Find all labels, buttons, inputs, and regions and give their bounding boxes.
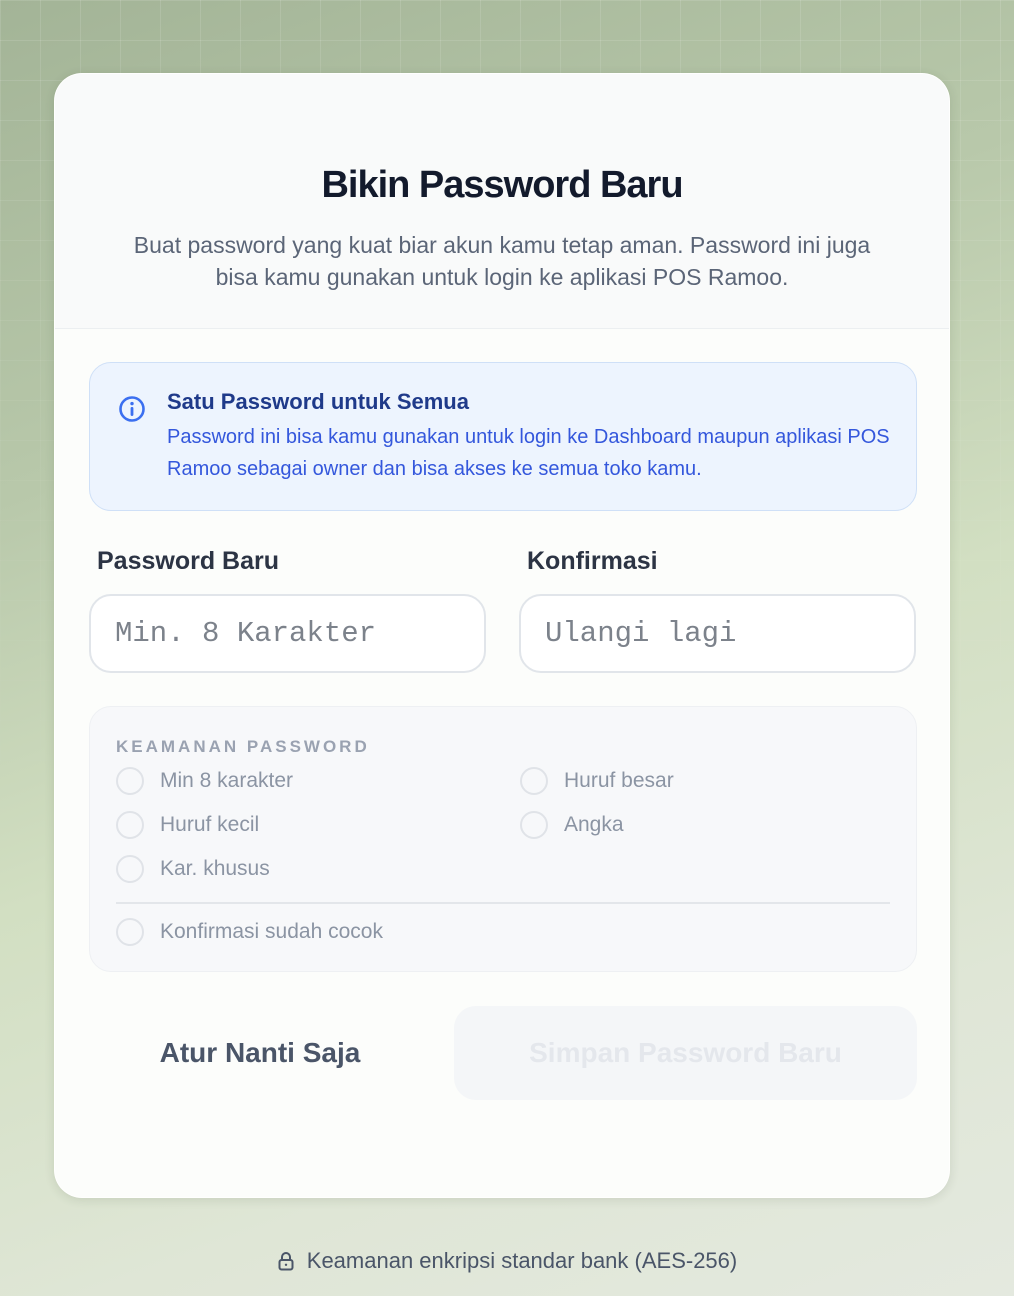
page-title: Bikin Password Baru xyxy=(321,164,683,206)
requirement-uppercase: Huruf besar xyxy=(520,767,674,795)
requirement-label: Huruf besar xyxy=(564,769,674,792)
circle-icon xyxy=(116,918,144,946)
security-title: KEAMANAN PASSWORD xyxy=(116,737,370,756)
password-card: Bikin Password Baru Buat password yang k… xyxy=(54,73,950,1198)
circle-icon xyxy=(116,767,144,795)
requirement-lowercase: Huruf kecil xyxy=(116,811,259,839)
requirement-label: Angka xyxy=(564,813,624,836)
divider xyxy=(116,902,890,904)
requirement-special-char: Kar. khusus xyxy=(116,855,270,883)
circle-icon xyxy=(520,811,548,839)
confirm-password-input[interactable] xyxy=(519,594,916,673)
info-title: Satu Password untuk Semua xyxy=(167,389,469,414)
circle-icon xyxy=(520,767,548,795)
requirement-number: Angka xyxy=(520,811,624,839)
page-subtitle: Buat password yang kuat biar akun kamu t… xyxy=(133,232,871,290)
new-password-input[interactable] xyxy=(89,594,486,673)
confirm-label: Konfirmasi xyxy=(527,547,658,575)
save-password-button[interactable]: Simpan Password Baru xyxy=(454,1006,917,1100)
info-text: Password ini bisa kamu gunakan untuk log… xyxy=(167,426,890,480)
card-header: Bikin Password Baru Buat password yang k… xyxy=(55,74,949,329)
skip-button[interactable]: Atur Nanti Saja xyxy=(89,1006,431,1100)
password-label: Password Baru xyxy=(97,547,280,575)
requirement-label: Min 8 karakter xyxy=(160,769,294,792)
circle-icon xyxy=(116,811,144,839)
requirement-min-length: Min 8 karakter xyxy=(116,767,293,795)
requirement-label: Kar. khusus xyxy=(160,857,270,880)
info-icon xyxy=(119,396,145,422)
info-callout: Satu Password untuk Semua Password ini b… xyxy=(89,362,917,511)
footer-text: Keamanan enkripsi standar bank (AES-256) xyxy=(306,1248,738,1273)
requirement-label: Konfirmasi sudah cocok xyxy=(160,920,383,943)
lock-icon xyxy=(278,1252,294,1271)
password-security-panel: KEAMANAN PASSWORD Min 8 karakter Huruf b… xyxy=(89,706,917,972)
requirement-label: Huruf kecil xyxy=(160,813,260,836)
circle-icon xyxy=(116,855,144,883)
security-footer: Keamanan enkripsi standar bank (AES-256) xyxy=(0,1248,1014,1274)
requirement-confirm-match: Konfirmasi sudah cocok xyxy=(116,918,383,946)
